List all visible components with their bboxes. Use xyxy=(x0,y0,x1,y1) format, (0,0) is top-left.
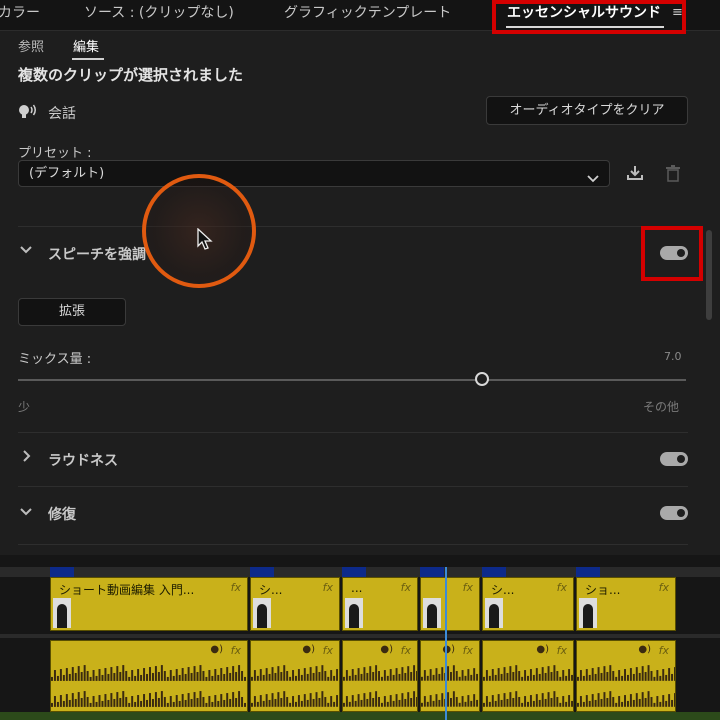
speech-icon: ●) xyxy=(210,644,223,655)
save-preset-icon[interactable] xyxy=(626,164,644,182)
clip-thumbnail xyxy=(53,598,71,628)
subtab-underline xyxy=(72,58,104,60)
video-clip[interactable]: シ... fx xyxy=(250,577,340,631)
subtab-browse[interactable]: 参照 xyxy=(18,36,44,55)
audio-clip[interactable]: fx ●) xyxy=(342,640,418,712)
speech-icon xyxy=(18,102,38,120)
fx-badge: fx xyxy=(230,581,241,594)
speech-icon: ●) xyxy=(536,644,549,655)
fx-badge: fx xyxy=(658,581,669,594)
tab-color[interactable]: カラー xyxy=(0,0,40,26)
fx-badge: fx xyxy=(400,644,411,657)
clip-thumbnail xyxy=(485,598,503,628)
loudness-toggle[interactable] xyxy=(660,452,688,466)
divider xyxy=(18,544,688,545)
chevron-right-icon[interactable] xyxy=(22,450,32,465)
fx-badge: fx xyxy=(658,644,669,657)
preset-value: (デフォルト) xyxy=(29,166,105,181)
mix-slider-track[interactable] xyxy=(18,379,686,381)
clip-header-marker xyxy=(342,567,366,577)
tab-graphics-templates[interactable]: グラフィックテンプレート xyxy=(284,0,451,26)
chevron-down-icon[interactable] xyxy=(20,244,32,258)
highlight-box-toggle xyxy=(641,226,703,281)
mix-amount-label: ミックス量 : xyxy=(18,352,92,367)
clip-thumbnail xyxy=(253,598,271,628)
repair-section-title[interactable]: 修復 xyxy=(48,504,76,524)
clip-header-marker xyxy=(250,567,274,577)
fx-badge: fx xyxy=(322,581,333,594)
video-clip[interactable]: ショ... fx xyxy=(576,577,676,631)
fx-badge: fx xyxy=(462,644,473,657)
fx-badge: fx xyxy=(322,644,333,657)
video-clip[interactable]: fx xyxy=(420,577,480,631)
clip-header-marker xyxy=(420,567,444,577)
clip-title: ショート動画編集 入門... xyxy=(59,583,195,597)
fx-badge: fx xyxy=(556,644,567,657)
mix-min-label: 少 xyxy=(18,400,31,414)
clip-thumbnail xyxy=(345,598,363,628)
chevron-down-icon[interactable] xyxy=(20,506,32,520)
clip-title: シ... xyxy=(259,583,283,597)
selection-heading: 複数のクリップが選択されました xyxy=(18,66,244,84)
audio-clip[interactable]: fx ●) xyxy=(250,640,340,712)
divider xyxy=(18,226,688,227)
clip-title: ショ... xyxy=(585,583,621,597)
chevron-down-icon xyxy=(587,168,599,183)
audio-clip[interactable]: fx ●) xyxy=(50,640,248,712)
video-clip[interactable]: ... fx xyxy=(342,577,418,631)
audio-type-label: 会話 xyxy=(48,106,76,122)
mix-slider-thumb[interactable] xyxy=(475,372,489,386)
clip-thumbnail xyxy=(423,598,441,628)
enhance-button[interactable]: 拡張 xyxy=(18,298,126,326)
mix-max-label: その他 xyxy=(643,400,680,414)
divider xyxy=(18,486,688,487)
speech-icon: ●) xyxy=(380,644,393,655)
mouse-cursor-icon xyxy=(197,227,213,252)
audio-clip[interactable]: fx ●) xyxy=(482,640,574,712)
tab-source[interactable]: ソース : (クリップなし) xyxy=(84,0,234,26)
clip-header-marker xyxy=(482,567,506,577)
panel-scrollbar[interactable] xyxy=(706,230,712,320)
track-separator xyxy=(0,634,720,638)
clip-title: ... xyxy=(351,581,363,595)
fx-badge: fx xyxy=(462,581,473,594)
video-clip[interactable]: シ... fx xyxy=(482,577,574,631)
speech-section-title[interactable]: スピーチを強調 xyxy=(48,244,146,264)
fx-badge: fx xyxy=(400,581,411,594)
speech-icon: ●) xyxy=(302,644,315,655)
clip-header-marker xyxy=(576,567,600,577)
audio-clip[interactable]: fx ●) xyxy=(576,640,676,712)
fx-badge: fx xyxy=(556,581,567,594)
clip-thumbnail xyxy=(579,598,597,628)
divider xyxy=(18,432,688,433)
clip-title: シ... xyxy=(491,583,515,597)
delete-preset-icon[interactable] xyxy=(665,164,681,182)
preset-select[interactable]: (デフォルト) xyxy=(18,160,610,187)
video-clip[interactable]: ショート動画編集 入門... fx xyxy=(50,577,248,631)
subtab-edit[interactable]: 編集 xyxy=(73,36,99,55)
clip-header-marker xyxy=(50,567,74,577)
fx-badge: fx xyxy=(230,644,241,657)
mix-amount-value: 7.0 xyxy=(664,350,682,363)
preset-label: プリセット : xyxy=(18,146,92,161)
playhead[interactable] xyxy=(445,567,447,720)
clear-audio-type-button[interactable]: オーディオタイプをクリア xyxy=(486,96,688,125)
audio-track-bottom xyxy=(0,712,720,720)
repair-toggle[interactable] xyxy=(660,506,688,520)
loudness-section-title[interactable]: ラウドネス xyxy=(48,450,118,470)
audio-clip[interactable]: fx ●) xyxy=(420,640,480,712)
highlight-box-essential-sound xyxy=(492,0,686,34)
speech-icon: ●) xyxy=(638,644,651,655)
